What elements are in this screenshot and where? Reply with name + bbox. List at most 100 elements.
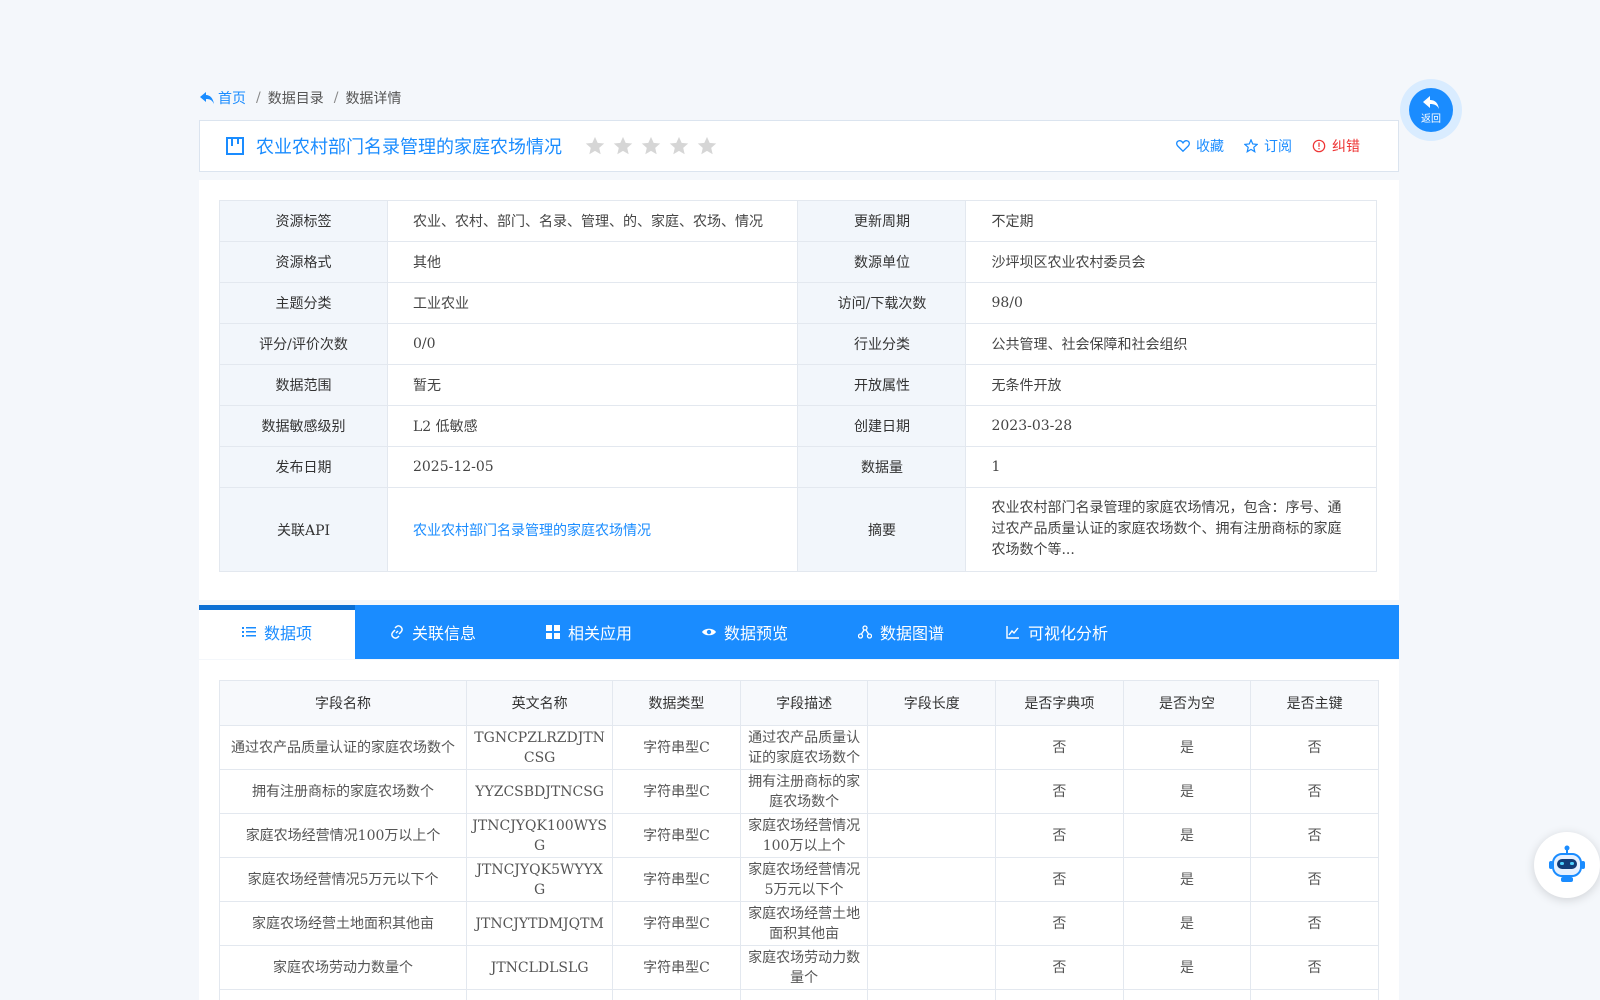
breadcrumb-home-link[interactable]: 首页 [200, 88, 246, 108]
column-header: 字段名称 [218, 680, 468, 726]
table-cell: 字符串型C [612, 857, 741, 902]
breadcrumb-item-catalog[interactable]: 数据目录 [268, 88, 324, 108]
breadcrumb-separator: / [256, 90, 261, 106]
tab-label: 可视化分析 [1027, 624, 1108, 643]
info-value: 农业、农村、部门、名录、管理、的、家庭、农场、情况 [386, 200, 799, 242]
page-title: 农业农村部门名录管理的家庭农场情况 [256, 137, 562, 158]
table-cell [867, 725, 997, 770]
table-cell [867, 901, 997, 946]
info-value: 工业农业 [386, 282, 799, 324]
tab-related-apps[interactable]: 相关应用 [511, 605, 667, 659]
info-value: 无条件开放 [965, 364, 1377, 406]
table-cell: 否 [995, 725, 1124, 770]
correct-label: 纠错 [1332, 139, 1360, 155]
assistant-robot-button[interactable] [1534, 832, 1600, 898]
fields-header-row: 字段名称 英文名称 数据类型 字段描述 字段长度 是否字典项 是否为空 是否主键 [218, 680, 1379, 726]
tab-label: 数据图谱 [879, 624, 944, 643]
info-value: L2 低敏感 [386, 405, 799, 447]
summary-text: 农业农村部门名录管理的家庭农场情况，包含：序号、通过农产品质量认证的家庭农场数个… [965, 487, 1377, 572]
table-cell: 否 [1250, 725, 1379, 770]
correct-button[interactable]: 纠错 [1312, 136, 1360, 156]
info-label: 资源格式 [219, 241, 388, 283]
tab-label: 数据项 [263, 624, 312, 643]
info-label: 摘要 [797, 487, 967, 572]
table-cell: 家庭成员劳动力个 [218, 989, 468, 1000]
table-cell: 否 [1250, 813, 1379, 858]
info-value: 其他 [386, 241, 799, 283]
info-label: 发布日期 [219, 446, 388, 488]
info-label: 数源单位 [797, 241, 967, 283]
info-row: 发布日期 2025-12-05 数据量 1 [219, 446, 1377, 488]
table-cell: JTNCJYTDMJQTM [466, 901, 614, 946]
column-header: 字段描述 [739, 680, 869, 726]
info-label: 数据敏感级别 [219, 405, 388, 447]
star-icon[interactable] [668, 135, 690, 157]
info-value: 98/0 [965, 282, 1377, 324]
table-cell: 通过农产品质量认证的家庭农场数个 [739, 725, 869, 770]
back-button[interactable]: 返回 [1400, 79, 1462, 141]
table-cell: JTNCJYQK5WYYXG [466, 857, 614, 902]
star-outline-icon [1244, 139, 1258, 153]
table-cell: JTCYLDLG [466, 989, 614, 1000]
tab-visual-analysis[interactable]: 可视化分析 [979, 605, 1135, 659]
grid-icon [545, 625, 560, 639]
table-cell: 家庭农场经营情况5万元以下个 [218, 857, 468, 902]
table-cell: 字符串型C [612, 901, 741, 946]
favorite-button[interactable]: 收藏 [1176, 136, 1224, 156]
tab-data-items[interactable]: 数据项 [199, 605, 355, 659]
subscribe-button[interactable]: 订阅 [1244, 136, 1292, 156]
info-label: 更新周期 [797, 200, 967, 242]
star-icon[interactable] [612, 135, 634, 157]
table-cell: YYZCSBDJTNCSG [466, 769, 614, 814]
info-value: 0/0 [386, 323, 799, 365]
info-label: 访问/下载次数 [797, 282, 967, 324]
back-button-inner: 返回 [1409, 88, 1453, 132]
back-label: 返回 [1421, 113, 1441, 125]
table-cell: 家庭农场经营土地面积其他亩 [739, 901, 869, 946]
table-cell: 否 [1250, 945, 1379, 990]
table-cell [867, 857, 997, 902]
table-cell [867, 989, 997, 1000]
robot-icon [1549, 845, 1585, 882]
info-value: 公共管理、社会保障和社会组织 [965, 323, 1377, 365]
table-cell [867, 769, 997, 814]
info-label: 主题分类 [219, 282, 388, 324]
table-cell: 是 [1122, 813, 1252, 858]
table-cell: 否 [1250, 989, 1379, 1000]
dataset-icon [226, 137, 244, 155]
table-cell: 是 [1122, 857, 1252, 902]
breadcrumb-item-detail: 数据详情 [345, 91, 402, 107]
table-cell: 是 [1122, 725, 1252, 770]
star-icon[interactable] [696, 135, 718, 157]
table-cell: 否 [995, 813, 1124, 858]
star-icon[interactable] [584, 135, 606, 157]
table-cell: 否 [1250, 769, 1379, 814]
star-icon[interactable] [640, 135, 662, 157]
line-chart-icon [1006, 626, 1019, 639]
table-cell: 否 [1250, 857, 1379, 902]
table-cell: 否 [995, 945, 1124, 990]
table-cell: 字符串型C [612, 989, 741, 1000]
table-cell: 字符串型C [612, 725, 741, 770]
tab-bar: 数据项 关联信息 相关应用 数据预览 数据图谱 可视化分析 [199, 605, 1399, 659]
title-bar: 农业农村部门名录管理的家庭农场情况 收藏 订阅 纠错 [199, 120, 1399, 172]
info-value: 沙坪坝区农业农村委员会 [965, 241, 1377, 283]
table-cell: 否 [1250, 901, 1379, 946]
tab-data-preview[interactable]: 数据预览 [667, 605, 823, 659]
alert-circle-icon [1312, 139, 1326, 153]
tab-related-info[interactable]: 关联信息 [355, 605, 511, 659]
info-row: 数据范围 暂无 开放属性 无条件开放 [219, 364, 1377, 406]
table-cell: 拥有注册商标的家庭农场数个 [739, 769, 869, 814]
info-label: 数据量 [797, 446, 967, 488]
table-cell: 字符串型C [612, 945, 741, 990]
tab-label: 关联信息 [411, 624, 476, 643]
info-label: 数据范围 [219, 364, 388, 406]
table-cell: 字符串型C [612, 813, 741, 858]
tab-data-graph[interactable]: 数据图谱 [823, 605, 979, 659]
table-row: 通过农产品质量认证的家庭农场数个 TGNCPZLRZDJTNCSG 字符串型C 通过农… [218, 725, 1379, 770]
rating-stars[interactable] [584, 135, 718, 157]
table-cell: 家庭农场经营情况100万以上个 [739, 813, 869, 858]
table-cell: 家庭成员劳动力个 [739, 989, 869, 1000]
favorite-label: 收藏 [1196, 139, 1224, 155]
api-link[interactable]: 农业农村部门名录管理的家庭农场情况 [386, 487, 799, 572]
